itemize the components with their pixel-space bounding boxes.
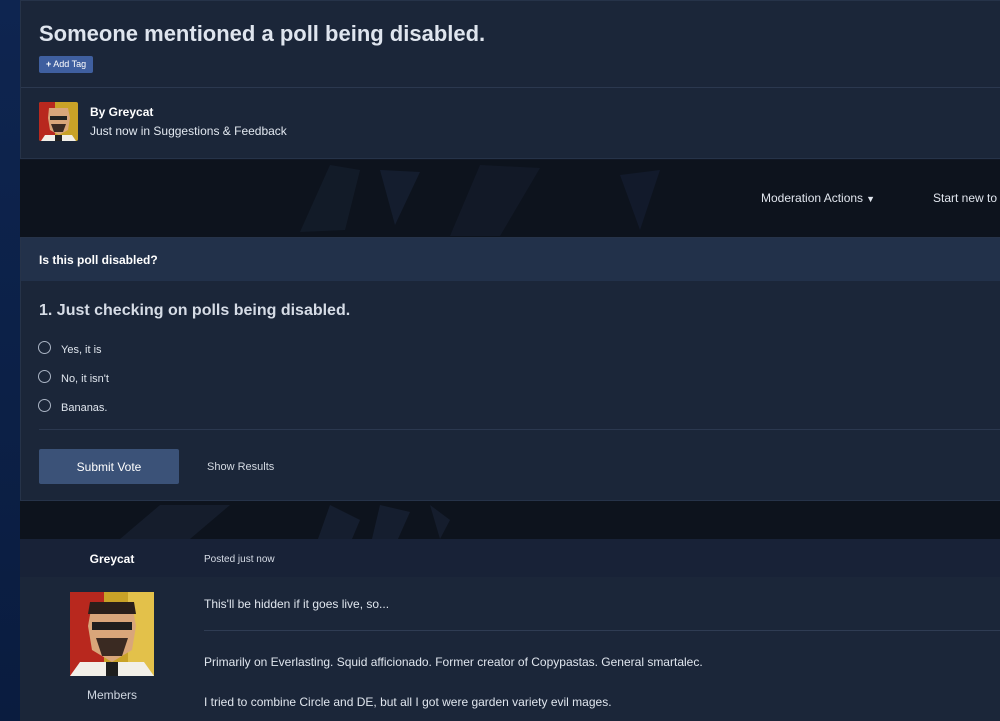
poll-card: Is this poll disabled? 1. Just checking … [20,237,1000,501]
poll-option-label: Bananas. [61,402,108,414]
poll-title: Is this poll disabled? [39,253,158,267]
post-content: This'll be hidden if it goes live, so... [204,597,390,611]
moderation-actions-label: Moderation Actions [761,191,864,205]
add-tag-button[interactable]: + Add Tag [39,56,94,73]
signature-line: I tried to combine Circle and DE, but al… [204,695,612,709]
post-body: Members This'll be hidden if it goes liv… [20,577,1000,721]
add-tag-label: Add Tag [53,59,87,69]
author-avatar[interactable] [39,102,78,141]
topic-meta: Just now in Suggestions & Feedback [90,124,287,138]
topic-title: Someone mentioned a poll being disabled. [39,21,486,46]
poll-divider [39,429,1000,430]
posted-time: Just now [90,124,138,138]
author-byline[interactable]: By Greycat [90,105,153,119]
posted-in: in [140,124,151,138]
avatar-image-icon [70,592,154,676]
header-divider [21,87,1000,88]
moderation-actions-menu[interactable]: Moderation Actions ▼ [761,191,875,205]
poll-header: Is this poll disabled? [21,238,1000,281]
post-date[interactable]: Posted just now [204,554,275,565]
post-author-name[interactable]: Greycat [20,552,204,566]
poll-question: 1. Just checking on polls being disabled… [39,302,351,319]
page: Someone mentioned a poll being disabled.… [0,0,1000,721]
signature-line: Primarily on Everlasting. Squid afficion… [204,655,703,669]
signature-divider [204,630,1000,631]
post-header: Greycat Posted just now [20,539,1000,577]
poll-option-label: No, it isn't [61,373,109,385]
plus-icon: + [46,59,52,69]
left-background-strip [0,0,20,721]
radio-icon[interactable] [38,341,51,354]
radio-icon[interactable] [38,370,51,383]
post-author-avatar[interactable] [70,592,154,676]
start-new-topic-button[interactable]: Start new to [933,191,997,205]
caret-down-icon: ▼ [866,194,875,204]
submit-vote-button[interactable]: Submit Vote [39,449,179,484]
avatar-image-icon [39,102,78,141]
show-results-link[interactable]: Show Results [207,461,274,473]
forum-link[interactable]: Suggestions & Feedback [153,124,286,138]
post-author-group: Members [86,688,137,702]
topic-header-card: Someone mentioned a poll being disabled.… [20,0,1000,159]
radio-icon[interactable] [38,399,51,412]
poll-option-label: Yes, it is [61,344,102,356]
